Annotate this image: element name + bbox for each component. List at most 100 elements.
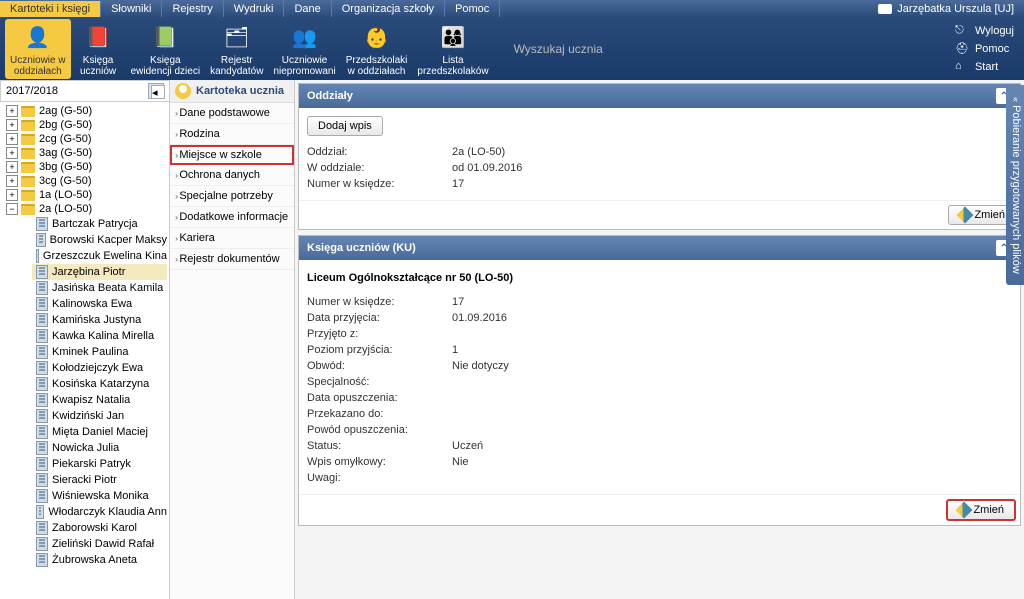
- kartoteka-item[interactable]: ››Dane podstawowe: [170, 103, 294, 124]
- kartoteka-item[interactable]: ››Specjalne potrzeby: [170, 186, 294, 207]
- plus-icon[interactable]: +: [6, 147, 18, 159]
- plus-icon[interactable]: +: [6, 133, 18, 145]
- plus-icon[interactable]: +: [6, 189, 18, 201]
- tree-student[interactable]: Kołodziejczyk Ewa: [32, 360, 167, 376]
- tree-class[interactable]: +3cg (G-50): [2, 174, 167, 188]
- menu-słowniki[interactable]: Słowniki: [101, 1, 162, 17]
- tree-student[interactable]: Kminek Paulina: [32, 344, 167, 360]
- tree-student[interactable]: Piekarski Patryk: [32, 456, 167, 472]
- kartoteka-item[interactable]: ››Miejsce w szkole: [170, 145, 294, 165]
- toolbar-icon: 👶: [361, 21, 393, 53]
- toolbar-w-oddziałach[interactable]: 👶Przedszkolakiw oddziałach: [341, 19, 413, 79]
- menu-wydruki[interactable]: Wydruki: [224, 1, 285, 17]
- tree-class[interactable]: +2bg (G-50): [2, 118, 167, 132]
- info-value: Uczeń: [452, 440, 1012, 452]
- help-icon: ⛑: [955, 42, 969, 56]
- kartoteka-item[interactable]: ››Ochrona danych: [170, 165, 294, 186]
- student-icon: [36, 297, 48, 311]
- student-icon: [36, 345, 48, 359]
- collapse-arrow-icon[interactable]: ◂: [151, 85, 165, 99]
- plus-icon[interactable]: +: [6, 119, 18, 131]
- minus-icon[interactable]: −: [6, 203, 18, 215]
- tree-student[interactable]: Włodarczyk Klaudia Ann: [32, 504, 167, 520]
- info-label: Obwód:: [307, 360, 452, 372]
- user-label: Jarzębatka Urszula [UJ]: [878, 3, 1014, 15]
- tree-student[interactable]: Wiśniewska Monika: [32, 488, 167, 504]
- folder-icon: [21, 120, 35, 131]
- kartoteka-item[interactable]: ››Rodzina: [170, 124, 294, 145]
- kartoteka-item[interactable]: ››Kariera: [170, 228, 294, 249]
- folder-icon: [21, 190, 35, 201]
- tree-student[interactable]: Zieliński Dawid Rafał: [32, 536, 167, 552]
- student-icon: [36, 537, 48, 551]
- info-value: 2a (LO-50): [452, 146, 1012, 158]
- kartoteka-item[interactable]: ››Dodatkowe informacje: [170, 207, 294, 228]
- search-input[interactable]: Wyszukaj ucznia: [514, 42, 603, 56]
- menu-pomoc[interactable]: Pomoc: [445, 1, 500, 17]
- logout-link[interactable]: ⎋Wyloguj: [955, 22, 1014, 40]
- tree-class[interactable]: −2a (LO-50): [2, 202, 167, 216]
- student-icon: [36, 521, 48, 535]
- tree-class[interactable]: +1a (LO-50): [2, 188, 167, 202]
- tree-class[interactable]: +3ag (G-50): [2, 146, 167, 160]
- tree-student[interactable]: Kwapisz Natalia: [32, 392, 167, 408]
- tree-student[interactable]: Żubrowska Aneta: [32, 552, 167, 568]
- toolbar-niepromowani[interactable]: 👥Uczniowieniepromowani: [268, 19, 340, 79]
- downloads-side-tab[interactable]: « Pobieranie przygotowanych plików: [1006, 85, 1024, 285]
- tree-student[interactable]: Mięta Daniel Maciej: [32, 424, 167, 440]
- tree-student[interactable]: Zaborowski Karol: [32, 520, 167, 536]
- student-icon: [36, 553, 48, 567]
- tree-student[interactable]: Nowicka Julia: [32, 440, 167, 456]
- menu-organizacja-szkoły[interactable]: Organizacja szkoły: [332, 1, 445, 17]
- info-value: [452, 376, 1012, 388]
- folder-icon: [21, 148, 35, 159]
- info-label: Specjalność:: [307, 376, 452, 388]
- tree-student[interactable]: Kamińska Justyna: [32, 312, 167, 328]
- tree-student[interactable]: Kosińska Katarzyna: [32, 376, 167, 392]
- student-icon: [36, 233, 46, 247]
- menu-rejestry[interactable]: Rejestry: [162, 1, 223, 17]
- plus-icon[interactable]: +: [6, 105, 18, 117]
- toolbar-oddziałach[interactable]: 👤Uczniowie woddziałach: [5, 19, 71, 79]
- tree-class[interactable]: +2ag (G-50): [2, 104, 167, 118]
- toolbar-przedszkolaków[interactable]: 👨‍👩‍👦Listaprzedszkolaków: [412, 19, 493, 79]
- plus-icon[interactable]: +: [6, 161, 18, 173]
- tree-student[interactable]: Grzeszczuk Ewelina Kina: [32, 248, 167, 264]
- help-link[interactable]: ⛑Pomoc: [955, 40, 1014, 58]
- student-icon: [36, 265, 48, 279]
- tree-student[interactable]: Borowski Kacper Maksy: [32, 232, 167, 248]
- add-entry-button[interactable]: Dodaj wpis: [307, 116, 383, 136]
- change-button-2[interactable]: Zmień: [946, 499, 1016, 521]
- tree-student[interactable]: Bartczak Patrycja: [32, 216, 167, 232]
- info-label: Uwagi:: [307, 472, 452, 484]
- start-link[interactable]: ⌂Start: [955, 58, 1014, 76]
- tree-class[interactable]: +3bg (G-50): [2, 160, 167, 174]
- folder-icon: [21, 162, 35, 173]
- info-row: Data przyjęcia:01.09.2016: [307, 310, 1012, 326]
- tree-student[interactable]: Sieracki Piotr: [32, 472, 167, 488]
- toolbar-uczniów[interactable]: 📕Księgauczniów: [71, 19, 126, 79]
- info-label: Numer w księdze:: [307, 178, 452, 190]
- home-icon: ⌂: [955, 60, 969, 74]
- year-selector[interactable]: 2017/2018 ▾: [0, 80, 170, 102]
- menu-kartoteki-i-księgi[interactable]: Kartoteki i księgi: [0, 1, 101, 17]
- info-value: Nie dotyczy: [452, 360, 1012, 372]
- toolbar-ewidencji-dzieci[interactable]: 📗Księgaewidencji dzieci: [126, 19, 205, 79]
- plus-icon[interactable]: +: [6, 175, 18, 187]
- tree-student[interactable]: Jarzębina Piotr: [32, 264, 167, 280]
- tree-class[interactable]: +2cg (G-50): [2, 132, 167, 146]
- kartoteka-item[interactable]: ››Rejestr dokumentów: [170, 249, 294, 270]
- chevron-icon: ››: [175, 109, 176, 118]
- tree-student[interactable]: Kawka Kalina Mirella: [32, 328, 167, 344]
- tree-student[interactable]: Kwidziński Jan: [32, 408, 167, 424]
- menu-dane[interactable]: Dane: [284, 1, 331, 17]
- student-icon: [36, 217, 48, 231]
- info-value: 17: [452, 178, 1012, 190]
- info-row: Specjalność:: [307, 374, 1012, 390]
- person-icon: [175, 83, 191, 99]
- tree-student[interactable]: Kalinowska Ewa: [32, 296, 167, 312]
- tree-student[interactable]: Jasińska Beata Kamila: [32, 280, 167, 296]
- toolbar-kandydatów[interactable]: 🗂Rejestrkandydatów: [205, 19, 268, 79]
- info-label: W oddziale:: [307, 162, 452, 174]
- info-label: Oddział:: [307, 146, 452, 158]
